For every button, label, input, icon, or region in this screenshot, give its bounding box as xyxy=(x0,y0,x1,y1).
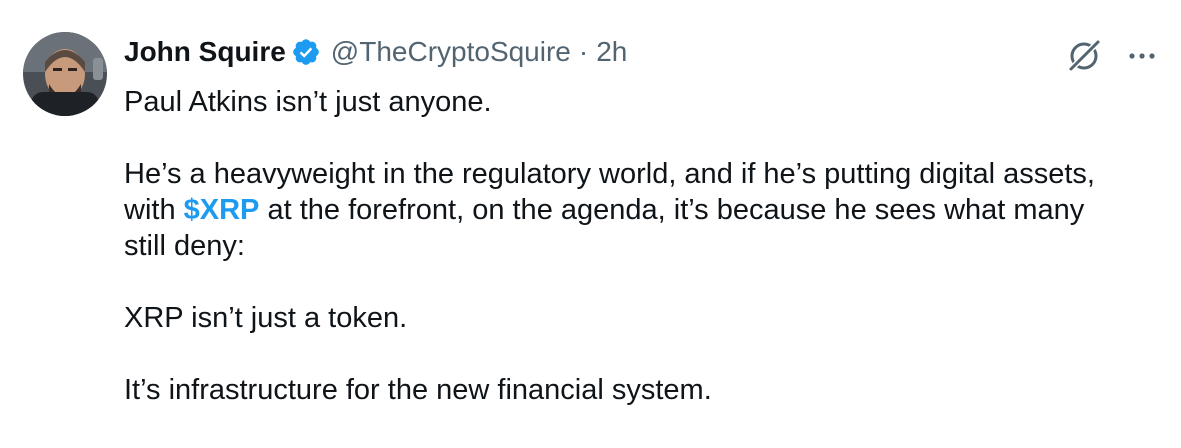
avatar[interactable] xyxy=(23,32,107,116)
more-horizontal-icon[interactable] xyxy=(1124,38,1160,74)
tweet-paragraph: He’s a heavyweight in the regulatory wor… xyxy=(124,156,1164,264)
tweet-text-segment: at the forefront, on the agenda, it’s be… xyxy=(259,194,1085,226)
tweet-line: Paul Atkins isn’t just anyone. xyxy=(124,86,492,118)
cashtag-link[interactable]: $XRP xyxy=(184,194,260,226)
tweet-line: XRP isn’t just a token. xyxy=(124,302,408,334)
tweet-text: Paul Atkins isn’t just anyone. He’s a he… xyxy=(124,84,1164,408)
tweet-card[interactable]: John Squire @TheCryptoSquire · 2h Paul A… xyxy=(0,0,1181,448)
tweet-text-segment: with xyxy=(124,194,184,226)
tweet-text-segment: He’s a heavyweight in the regulatory wor… xyxy=(124,158,1095,190)
header-separator: · xyxy=(578,36,589,67)
tweet-line: It’s infrastructure for the new financia… xyxy=(124,374,712,406)
verified-badge-icon xyxy=(291,37,321,67)
tweet-text-segment: still deny: xyxy=(124,230,245,262)
author-handle[interactable]: @TheCryptoSquire xyxy=(331,36,571,68)
grok-icon[interactable] xyxy=(1064,36,1104,76)
tweet-actions xyxy=(1064,36,1160,76)
tweet-header: John Squire @TheCryptoSquire · 2h xyxy=(124,34,627,70)
tweet-timestamp[interactable]: 2h xyxy=(596,36,627,68)
author-name[interactable]: John Squire xyxy=(124,36,286,68)
